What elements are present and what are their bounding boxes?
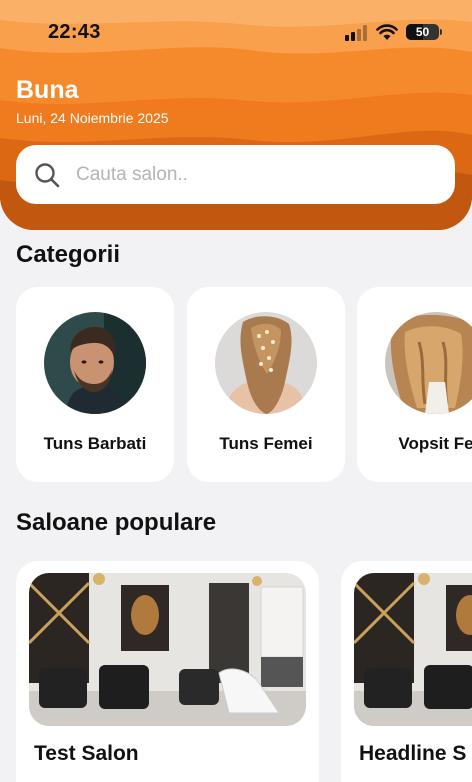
category-label: Vopsit Fe: [398, 434, 472, 453]
hair-coloring-photo: [385, 312, 472, 414]
salon-name: Headline S: [359, 742, 467, 765]
categories-carousel[interactable]: Tuns Barbati Tuns Femei Vopsit Fe: [0, 287, 472, 483]
greeting-title: Buna: [16, 76, 79, 104]
men-haircut-photo: [44, 312, 146, 414]
battery-icon: 50: [406, 24, 439, 40]
search-icon: [35, 163, 60, 188]
battery-cap: [440, 29, 442, 35]
salon-card-headline[interactable]: Headline S: [341, 561, 472, 782]
category-card-vopsit-femei[interactable]: Vopsit Fe: [357, 287, 472, 482]
status-bar: 22:43 50: [0, 0, 472, 60]
women-hairstyle-photo: [215, 312, 317, 414]
wifi-icon: [376, 24, 398, 40]
status-time: 22:43: [48, 21, 101, 43]
salon-card-test-salon[interactable]: Test Salon: [16, 561, 319, 782]
category-label: Tuns Femei: [219, 434, 313, 453]
search-bar[interactable]: [16, 145, 455, 204]
salon-name: Test Salon: [34, 742, 139, 765]
category-card-tuns-femei[interactable]: Tuns Femei: [187, 287, 345, 482]
battery-percent: 50: [415, 25, 430, 39]
current-date: Luni, 24 Noiembrie 2025: [16, 110, 169, 126]
search-input[interactable]: [76, 155, 436, 194]
category-card-tuns-barbati[interactable]: Tuns Barbati: [16, 287, 174, 482]
salon-interior-photo: [29, 573, 306, 726]
popular-salons-title: Saloane populare: [16, 509, 217, 536]
categories-title: Categorii: [16, 241, 121, 268]
salon-interior-photo: [354, 573, 472, 726]
cellular-signal-icon: [345, 25, 367, 41]
category-label: Tuns Barbati: [43, 434, 147, 453]
popular-salons-carousel[interactable]: Test Salon Headline S: [0, 561, 472, 782]
